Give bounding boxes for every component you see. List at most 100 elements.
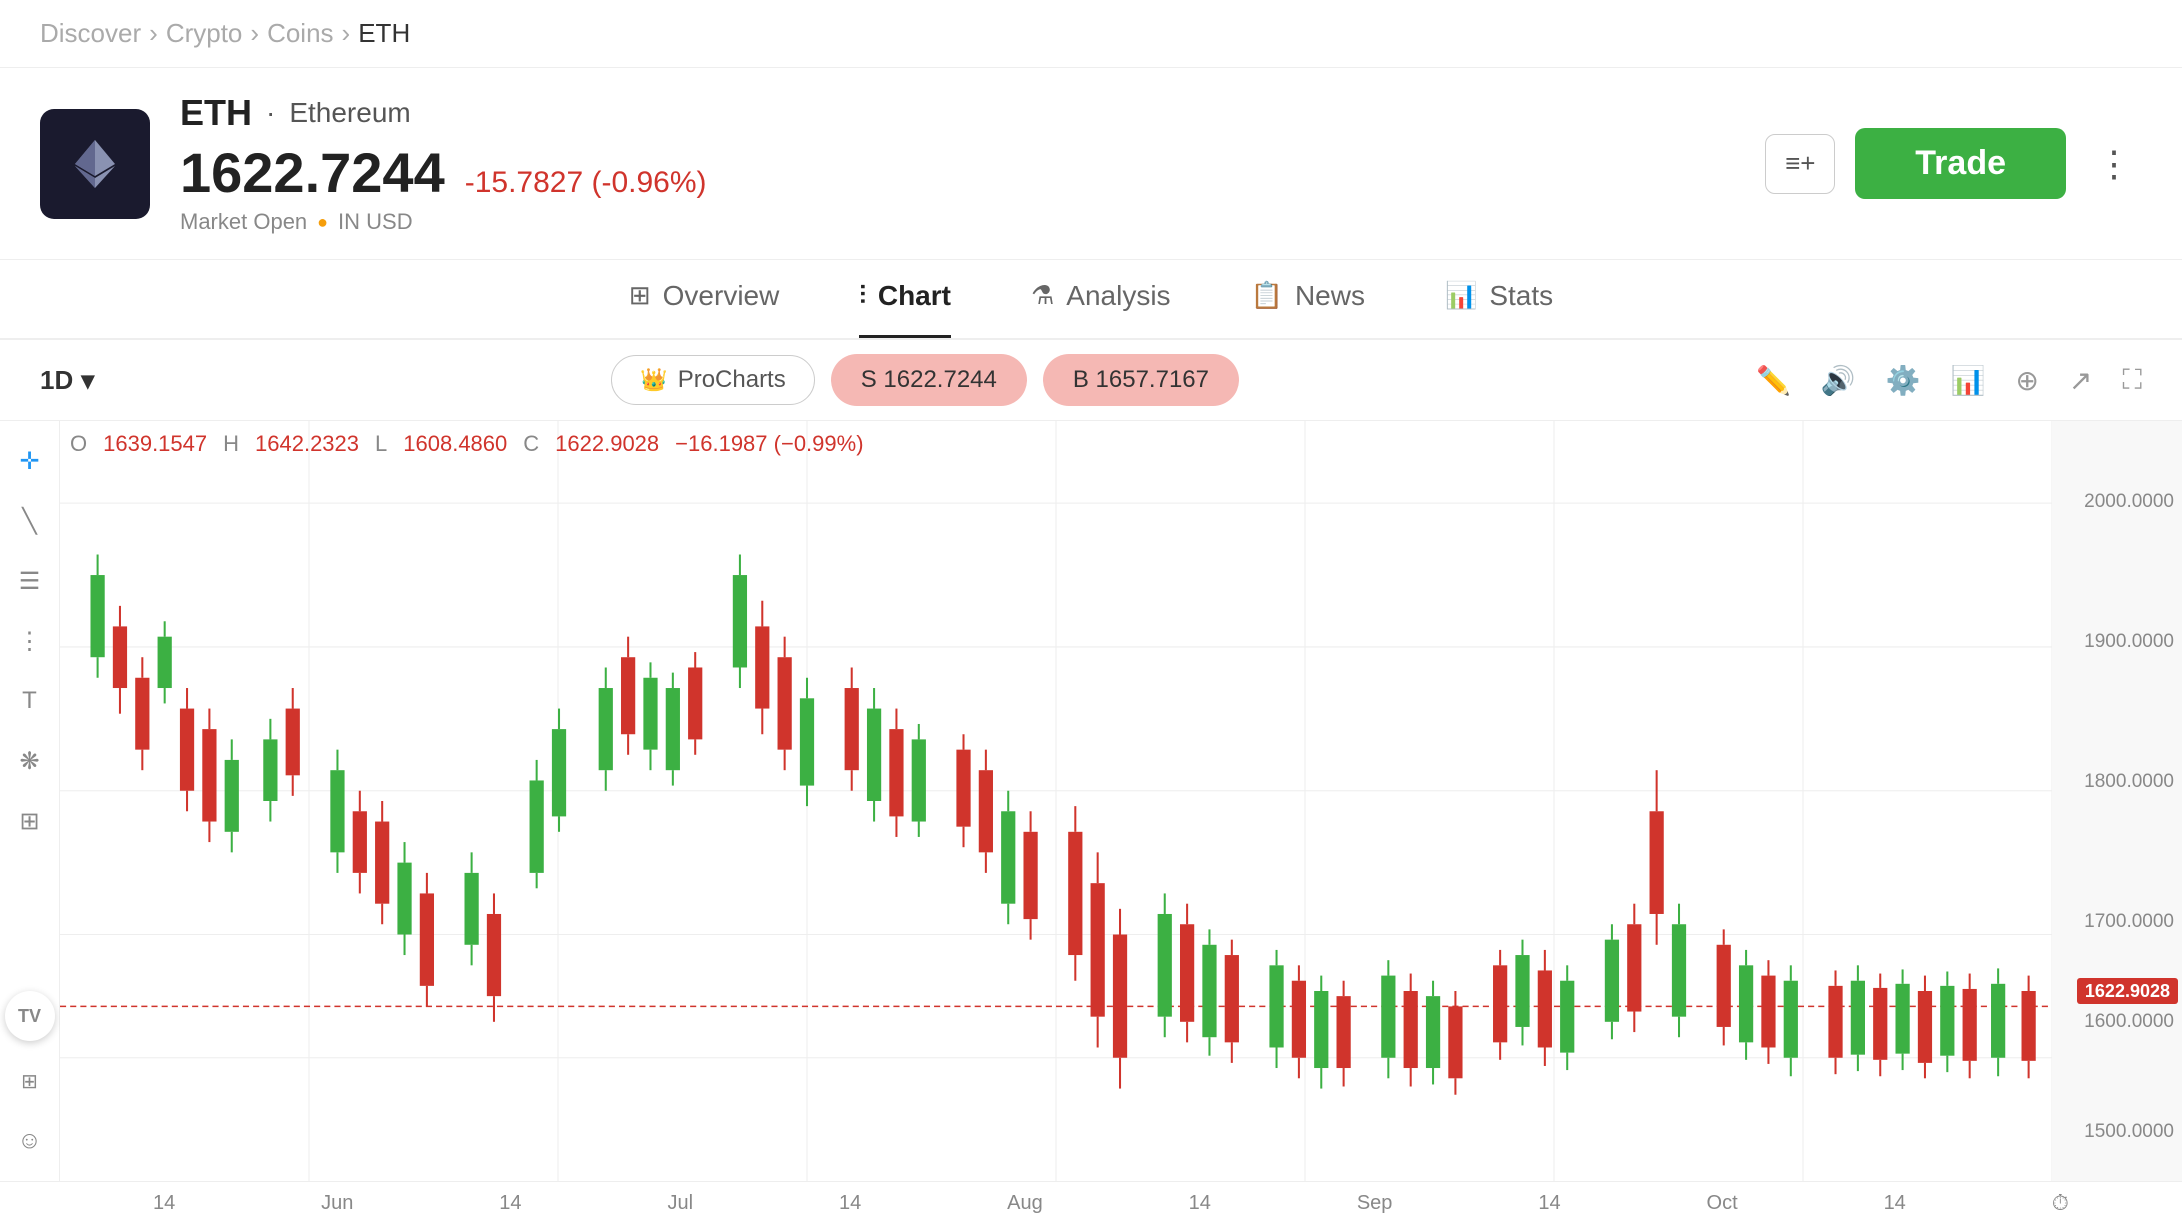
- ohlc-h-value: 1642.2323: [255, 431, 359, 457]
- analysis-icon: ⚗: [1031, 280, 1054, 311]
- tab-stats[interactable]: 📊 Stats: [1445, 260, 1553, 338]
- chart-toolbar: 1D ▾ 👑 ProCharts S 1622.7244 B 1657.7167…: [0, 340, 2182, 421]
- procharts-label: ProCharts: [678, 366, 786, 394]
- tab-stats-label: Stats: [1489, 280, 1553, 312]
- xaxis-label-14-6: 14: [1884, 1192, 1906, 1215]
- indicators-button[interactable]: 🔊: [1821, 364, 1856, 397]
- tab-bar: ⊞ Overview ⫶ Chart ⚗ Analysis 📋 News 📊 S…: [0, 260, 2182, 340]
- price-label-2000: 2000.0000: [2084, 491, 2174, 513]
- text-tool[interactable]: T: [10, 681, 50, 721]
- toolbar-center: 👑 ProCharts S 1622.7244 B 1657.7167: [114, 354, 1736, 406]
- chart-icon: ⫶: [859, 280, 866, 312]
- line-tool[interactable]: ╲: [10, 501, 50, 541]
- xaxis-label-14-4: 14: [1189, 1192, 1211, 1215]
- path-tool[interactable]: ❋: [10, 741, 50, 781]
- market-status: Market Open ● IN USD: [180, 209, 1735, 235]
- xaxis-label-14-3: 14: [839, 1192, 861, 1215]
- price-label-1600: 1600.0000: [2084, 1011, 2174, 1033]
- ohlc-h-label: H: [223, 431, 239, 457]
- more-tools[interactable]: ⊞: [10, 801, 50, 841]
- breadcrumb-sep-3: ›: [342, 18, 351, 49]
- horizontal-tool[interactable]: ☰: [10, 561, 50, 601]
- ohlc-l-value: 1608.4860: [403, 431, 507, 457]
- watchlist-button[interactable]: ≡+: [1765, 134, 1835, 194]
- eth-logo: [40, 109, 150, 219]
- more-options-button[interactable]: ⋮: [2086, 133, 2142, 195]
- vertical-tool[interactable]: ⋮: [10, 621, 50, 661]
- watchlist-icon: ≡+: [1785, 148, 1815, 179]
- xaxis-label-14-5: 14: [1538, 1192, 1560, 1215]
- xaxis-clock-button[interactable]: ⏱: [2052, 1190, 2069, 1216]
- tab-chart-label: Chart: [878, 280, 951, 312]
- stats-icon: 📊: [1445, 280, 1477, 311]
- price-label-1900: 1900.0000: [2084, 631, 2174, 653]
- breadcrumb-discover[interactable]: Discover: [40, 18, 141, 49]
- header-separator: ·: [266, 97, 275, 129]
- chart-left-tools: ✛ ╲ ☰ ⋮ T ❋ ⊞ TV ⊞ ☺: [0, 421, 60, 1181]
- tab-analysis-label: Analysis: [1066, 280, 1170, 312]
- ohlc-c-label: C: [523, 431, 539, 457]
- smiley-tool[interactable]: ☺: [10, 1121, 50, 1161]
- price-label-1500: 1500.0000: [2084, 1121, 2174, 1143]
- ohlc-info: O 1639.1547 H 1642.2323 L 1608.4860 C 16…: [70, 431, 864, 457]
- breadcrumb-sep-2: ›: [250, 18, 259, 49]
- share-button[interactable]: ↗: [2069, 364, 2092, 397]
- tab-news[interactable]: 📋 News: [1251, 260, 1365, 338]
- xaxis-label-aug: Aug: [1007, 1192, 1043, 1215]
- xaxis-label-oct: Oct: [1707, 1192, 1738, 1215]
- settings-button[interactable]: ⚙️: [1886, 364, 1921, 397]
- header-actions: ≡+ Trade ⋮: [1765, 128, 2142, 199]
- ohlc-o-label: O: [70, 431, 87, 457]
- ohlc-o-value: 1639.1547: [103, 431, 207, 457]
- timeframe-selector[interactable]: 1D ▾: [40, 365, 94, 396]
- price-change: -15.7827 (-0.96%): [465, 166, 707, 200]
- ohlc-l-label: L: [375, 431, 387, 457]
- buy-button[interactable]: B 1657.7167: [1043, 354, 1239, 406]
- settings-gear[interactable]: ⊞: [10, 1061, 50, 1101]
- tab-overview[interactable]: ⊞ Overview: [629, 260, 780, 338]
- breadcrumb-eth[interactable]: ETH: [358, 18, 410, 49]
- crown-icon: 👑: [640, 367, 667, 393]
- stock-header: ETH · Ethereum 1622.7244 -15.7827 (-0.96…: [0, 68, 2182, 260]
- ohlc-c-value: 1622.9028: [555, 431, 659, 457]
- breadcrumb-coins[interactable]: Coins: [267, 18, 333, 49]
- fullscreen-button[interactable]: ⛶: [2122, 364, 2142, 397]
- header-price: 1622.7244 -15.7827 (-0.96%): [180, 140, 1735, 205]
- price-label-1700: 1700.0000: [2084, 911, 2174, 933]
- candlestick-chart: [60, 421, 2052, 1181]
- tab-analysis[interactable]: ⚗ Analysis: [1031, 260, 1171, 338]
- xaxis-label-14-1: 14: [153, 1192, 175, 1215]
- current-price-badge: 1622.9028: [2077, 981, 2178, 1002]
- ohlc-change: −16.1987 (−0.99%): [675, 431, 863, 457]
- tv-watermark: TV: [5, 991, 55, 1041]
- timeframe-chevron: ▾: [81, 365, 94, 396]
- tab-overview-label: Overview: [663, 280, 780, 312]
- xaxis-label-14-2: 14: [499, 1192, 521, 1215]
- breadcrumb-crypto[interactable]: Crypto: [166, 18, 243, 49]
- coin-name: Ethereum: [289, 97, 410, 129]
- procharts-button[interactable]: 👑 ProCharts: [611, 355, 814, 405]
- timeframe-value: 1D: [40, 365, 73, 396]
- market-dot: ●: [317, 212, 328, 233]
- xaxis-label-jul: Jul: [667, 1192, 693, 1215]
- price-value: 1622.7244: [180, 140, 445, 205]
- bar-style-button[interactable]: 📊: [1951, 364, 1986, 397]
- chart-main[interactable]: O 1639.1547 H 1642.2323 L 1608.4860 C 16…: [60, 421, 2052, 1181]
- market-status-text: Market Open: [180, 209, 307, 235]
- toolbar-right: ✏️ 🔊 ⚙️ 📊 ⊕ ↗ ⛶: [1756, 364, 2142, 397]
- price-axis: 2000.0000 1900.0000 1800.0000 1700.0000 …: [2052, 421, 2182, 1181]
- crosshair-tool[interactable]: ✛: [10, 441, 50, 481]
- tab-news-label: News: [1295, 280, 1365, 312]
- trade-button[interactable]: Trade: [1855, 128, 2066, 199]
- breadcrumb-sep-1: ›: [149, 18, 158, 49]
- xaxis-label-sep: Sep: [1357, 1192, 1393, 1215]
- zoom-in-button[interactable]: ⊕: [2015, 364, 2038, 397]
- overview-icon: ⊞: [629, 280, 651, 311]
- ticker-symbol: ETH: [180, 92, 252, 134]
- tab-chart[interactable]: ⫶ Chart: [859, 260, 951, 338]
- draw-button[interactable]: ✏️: [1756, 364, 1791, 397]
- sell-button[interactable]: S 1622.7244: [831, 354, 1027, 406]
- header-title: ETH · Ethereum: [180, 92, 1735, 134]
- price-label-1800: 1800.0000: [2084, 771, 2174, 793]
- currency-label: IN USD: [338, 209, 413, 235]
